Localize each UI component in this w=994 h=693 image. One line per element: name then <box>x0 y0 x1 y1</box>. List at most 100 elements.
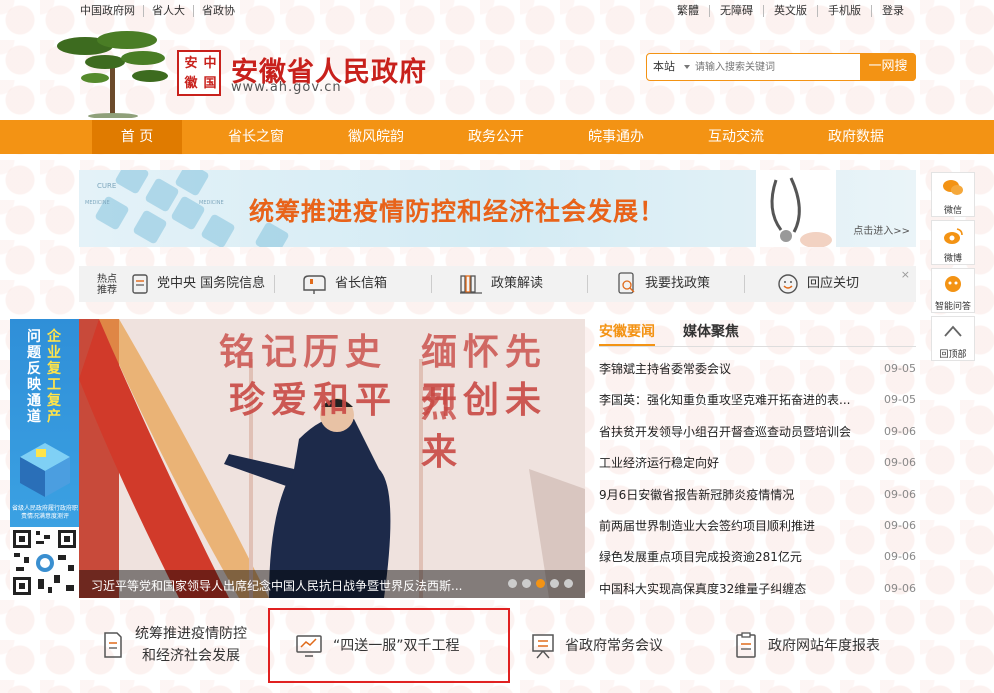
news-date: 09-06 <box>884 581 916 595</box>
hot-label-line: 推荐 <box>97 285 117 296</box>
quick-label: 省长信箱 <box>335 276 388 291</box>
books-icon <box>460 275 482 294</box>
quick-policy-interpret[interactable]: 政策解读 <box>459 266 543 302</box>
slogan-text: 铭记历史 <box>219 332 388 373</box>
weibo-button[interactable]: 微博 <box>931 220 975 265</box>
carousel-dot[interactable] <box>564 579 573 588</box>
nav-services[interactable]: 皖事通办 <box>571 120 661 154</box>
news-date: 09-06 <box>884 518 916 532</box>
quick-find-policy[interactable]: 我要找政策 <box>617 266 710 302</box>
link-npc[interactable]: 省人大 <box>143 5 193 17</box>
news-date: 09-05 <box>884 393 916 407</box>
nav-home[interactable]: 首 页 <box>92 120 182 154</box>
nav-interaction[interactable]: 互动交流 <box>691 120 781 154</box>
feature-epidemic-economy[interactable]: 统筹推进疫情防控 和经济社会发展 <box>101 612 247 678</box>
highlight-box <box>268 608 510 683</box>
carousel-caption[interactable]: 习近平等党和国家领导人出席纪念中国人民抗日战争暨世界反法西斯... <box>91 577 462 594</box>
carousel-dot-active[interactable] <box>536 579 545 588</box>
search-input[interactable] <box>695 57 855 77</box>
news-item[interactable]: 9月6日安徽省报告新冠肺炎疫情情况 09-06 <box>599 482 916 513</box>
side-label: 智能问答 <box>934 302 971 312</box>
carousel-dot[interactable] <box>550 579 559 588</box>
slogan-text: 珍爱和平 <box>229 380 398 421</box>
news-panel: 安徽要闻 媒体聚焦 李锦斌主持省委常委会议 09-05 李国英：强化知重负重攻坚克… <box>599 319 916 599</box>
link-mobile[interactable]: 手机版 <box>817 5 871 17</box>
banner-label: MEDICINE <box>199 200 224 206</box>
search-scope-select[interactable]: 本站 <box>647 54 695 80</box>
news-item[interactable]: 中国科大实现高保真度32维量子纠缠态 09-06 <box>599 576 916 607</box>
link-cppcc[interactable]: 省政协 <box>193 5 243 17</box>
carousel-dot[interactable] <box>508 579 517 588</box>
back-to-top-button[interactable]: 回顶部 <box>931 316 975 361</box>
nav-gov-affairs[interactable]: 政务公开 <box>451 120 541 154</box>
epidemic-banner[interactable]: CURE MEDICINE MEDICINE 统筹推进疫情防控和经济社会发展！ … <box>79 170 916 247</box>
hot-recommend-bar: 热点 推荐 党中央 国务院信息 省长信箱 政策解读 我要找政策 回应关切 × <box>79 266 916 302</box>
news-item[interactable]: 绿色发展重点项目完成投资逾281亿元 09-06 <box>599 544 916 575</box>
seal-char: 中 <box>203 56 217 71</box>
news-tabs: 安徽要闻 媒体聚焦 <box>599 319 916 347</box>
quick-governor-mailbox[interactable]: 省长信箱 <box>301 266 387 302</box>
clipboard-icon <box>736 632 756 658</box>
banner-headline: 统筹推进疫情防控和经济社会发展！ <box>249 197 666 226</box>
news-date: 09-06 <box>884 424 916 438</box>
quick-response[interactable]: 回应关切 <box>777 266 859 302</box>
link-english[interactable]: 英文版 <box>763 5 817 17</box>
news-item[interactable]: 省扶贫开发领导小组召开督查巡查动员暨培训会 09-06 <box>599 419 916 450</box>
seal-char: 安 <box>184 56 198 71</box>
quick-central-info[interactable]: 党中央 国务院信息 <box>131 266 265 302</box>
top-bar: 中国政府网 省人大 省政协 繁體 无障碍 英文版 手机版 登录 <box>0 0 994 24</box>
search-button[interactable]: 一网搜 <box>860 53 916 81</box>
nav-data[interactable]: 政府数据 <box>811 120 901 154</box>
side-label: 微博 <box>943 254 962 264</box>
close-icon[interactable]: × <box>901 268 910 281</box>
main-nav: 首 页 省长之窗 徽风皖韵 政务公开 皖事通办 互动交流 政府数据 <box>0 120 994 154</box>
feature-executive-meeting[interactable]: 省政府常务会议 <box>531 612 663 678</box>
tab-media-focus[interactable]: 媒体聚焦 <box>683 321 739 341</box>
news-title[interactable]: 李锦斌主持省委常委会议 <box>599 356 861 382</box>
smart-qa-button[interactable]: 智能问答 <box>931 268 975 313</box>
headline-photo-carousel[interactable]: 铭记历史 缅怀先烈 珍爱和平 开创未来 习近平等党和国家领导人出席纪念中国人民抗… <box>79 319 585 598</box>
news-title[interactable]: 中国科大实现高保真度32维量子纠缠态 <box>599 576 861 602</box>
qr-code-image <box>13 530 76 595</box>
news-title[interactable]: 9月6日安徽省报告新冠肺炎疫情情况 <box>599 482 861 508</box>
feature-label-line: 和经济社会发展 <box>142 648 240 664</box>
tab-anhui-news[interactable]: 安徽要闻 <box>599 321 655 346</box>
hex-decoration <box>174 170 210 197</box>
news-title[interactable]: 李国英：强化知重负重攻坚克难开拓奋进的表... <box>599 387 861 413</box>
link-gov-cn[interactable]: 中国政府网 <box>80 5 143 17</box>
nav-culture[interactable]: 徽风皖韵 <box>331 120 421 154</box>
carousel-dot[interactable] <box>522 579 531 588</box>
chevron-up-icon <box>944 325 962 337</box>
news-item[interactable]: 李锦斌主持省委常委会议 09-05 <box>599 356 916 387</box>
carousel-caption-bar: 习近平等党和国家领导人出席纪念中国人民抗日战争暨世界反法西斯... <box>79 570 585 598</box>
feature-label: 省政府常务会议 <box>565 638 663 654</box>
divider <box>744 275 745 293</box>
banner-enter-link[interactable]: 点击进入>> <box>853 222 910 237</box>
feedback-promo-banner[interactable]: 问题反映通道 企业复工复产 省级人民政府履行政府职责情况满意度测评 <box>10 319 79 598</box>
link-login[interactable]: 登录 <box>871 5 914 17</box>
news-title[interactable]: 前两届世界制造业大会签约项目顺利推进 <box>599 513 861 539</box>
isometric-building-illustration <box>20 443 70 497</box>
seal-char: 徽 <box>184 76 198 91</box>
nav-governor[interactable]: 省长之窗 <box>211 120 301 154</box>
divider <box>274 275 275 293</box>
site-header: 安 中 徽 国 安徽省人民政府 www.ah.gov.cn 本站 一网搜 <box>0 24 994 120</box>
link-accessibility[interactable]: 无障碍 <box>709 5 763 17</box>
mailbox-icon <box>303 275 326 294</box>
banner-label: MEDICINE <box>85 200 110 206</box>
news-date: 09-06 <box>884 550 916 564</box>
news-item[interactable]: 李国英：强化知重负重攻坚克难开拓奋进的表... 09-05 <box>599 387 916 418</box>
news-item[interactable]: 工业经济运行稳定向好 09-06 <box>599 450 916 481</box>
promo-title-column: 企业复工复产 <box>47 329 61 425</box>
news-item[interactable]: 前两届世界制造业大会签约项目顺利推进 09-06 <box>599 513 916 544</box>
news-title[interactable]: 工业经济运行稳定向好 <box>599 450 861 476</box>
feature-annual-report[interactable]: 政府网站年度报表 <box>734 612 880 678</box>
side-label: 回顶部 <box>939 350 967 360</box>
document-icon <box>132 274 148 294</box>
doctor-stethoscope-image <box>756 170 836 247</box>
news-title[interactable]: 绿色发展重点项目完成投资逾281亿元 <box>599 544 861 570</box>
news-title[interactable]: 省扶贫开发领导小组召开督查巡查动员暨培训会 <box>599 419 861 445</box>
smile-icon <box>778 274 798 294</box>
link-traditional[interactable]: 繁體 <box>667 5 709 17</box>
wechat-button[interactable]: 微信 <box>931 172 975 217</box>
